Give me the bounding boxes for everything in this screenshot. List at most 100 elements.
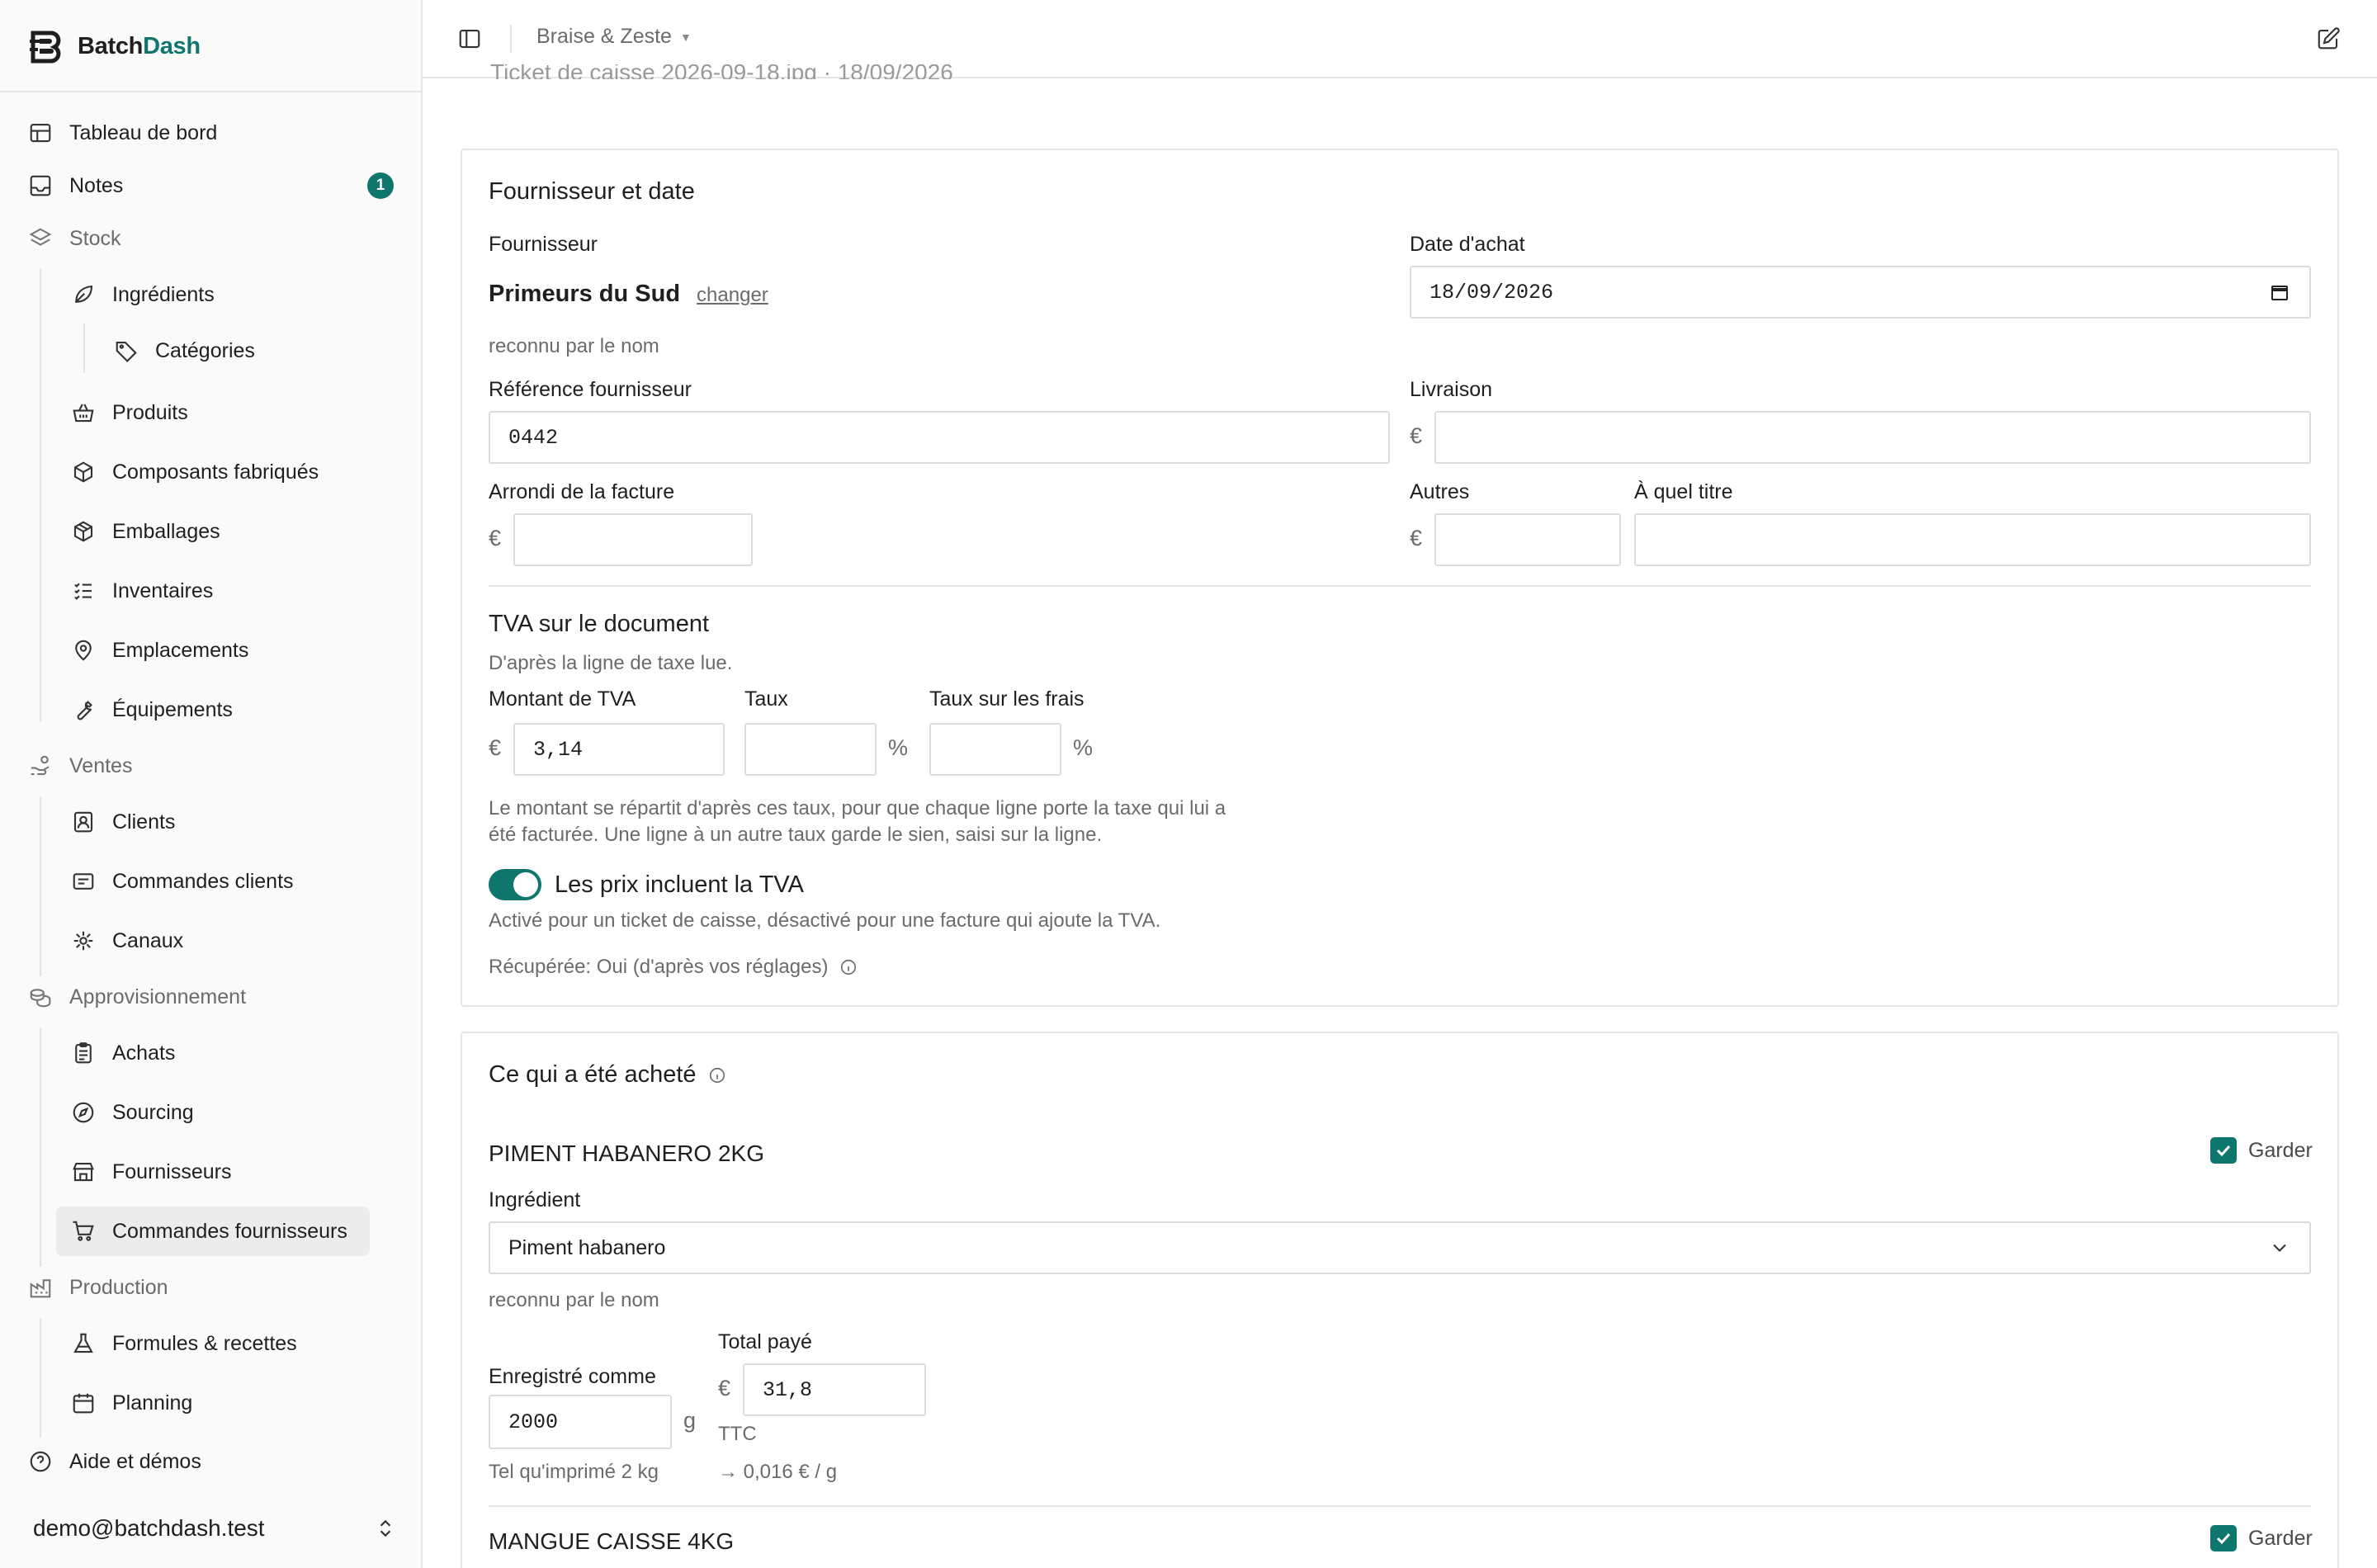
hand-coins-icon bbox=[31, 755, 50, 776]
vat-amount-label: Montant de TVA bbox=[489, 687, 636, 711]
vat-fees-rate-input[interactable] bbox=[929, 723, 1061, 776]
sidebar-item-sourcing[interactable]: Sourcing bbox=[71, 1088, 194, 1137]
ingredient-label: Ingrédient bbox=[489, 1188, 581, 1211]
sidebar-item-formules[interactable]: Formules & recettes bbox=[71, 1319, 297, 1368]
brand[interactable]: BatchDash bbox=[28, 28, 201, 64]
info-icon[interactable] bbox=[708, 1066, 726, 1084]
recorded-quantity-input[interactable]: 2000 bbox=[489, 1395, 672, 1449]
network-icon bbox=[73, 931, 93, 951]
ingredient-selected-value: Piment habanero bbox=[508, 1235, 666, 1259]
vat-amount-input[interactable]: 3,14 bbox=[513, 723, 725, 776]
sidebar-group-stock[interactable]: Stock bbox=[28, 214, 121, 263]
keep-item-checkbox[interactable]: Garder bbox=[2210, 1525, 2313, 1551]
supplier-ref-input[interactable]: 0442 bbox=[489, 411, 1390, 464]
calendar-icon[interactable] bbox=[2270, 282, 2290, 302]
tree-line bbox=[40, 796, 41, 976]
total-paid-label: Total payé bbox=[718, 1330, 812, 1353]
delivery-label: Livraison bbox=[1410, 378, 1493, 401]
checkbox-checked[interactable] bbox=[2210, 1137, 2237, 1164]
map-pin-icon bbox=[75, 640, 92, 661]
ingredient-recognized-note: reconnu par le nom bbox=[489, 1289, 659, 1311]
toggle-note: Activé pour un ticket de caisse, désacti… bbox=[489, 909, 1161, 932]
sidebar-item-achats[interactable]: Achats bbox=[71, 1028, 175, 1078]
sidebar-item-produits[interactable]: Produits bbox=[71, 388, 188, 437]
change-supplier-link[interactable]: changer bbox=[697, 284, 768, 307]
document-title: Ticket de caisse 2026-09-18.jpg · 18/09/… bbox=[490, 64, 953, 79]
sidebar-item-label: Ventes bbox=[69, 753, 133, 777]
sidebar-item-label: Catégories bbox=[155, 338, 255, 362]
supplier-ref-label: Référence fournisseur bbox=[489, 378, 692, 401]
inbox-icon bbox=[30, 175, 51, 196]
fee-reason-input[interactable] bbox=[1634, 513, 2311, 566]
vat-rate-input[interactable] bbox=[744, 723, 877, 776]
total-paid-input[interactable]: 31,8 bbox=[743, 1363, 926, 1416]
purchased-items-card bbox=[461, 1032, 2339, 1568]
sidebar-item-label: Formules & recettes bbox=[112, 1331, 297, 1355]
keep-label: Garder bbox=[2248, 1526, 2313, 1550]
vat-fees-rate-label: Taux sur les frais bbox=[929, 687, 1085, 711]
prices-include-vat-toggle[interactable] bbox=[489, 869, 541, 900]
item-name: MANGUE CAISSE 4KG bbox=[489, 1528, 735, 1554]
supplier-label: Fournisseur bbox=[489, 233, 598, 256]
purchase-date-value: 18/09/2026 bbox=[1430, 280, 1554, 305]
sidebar-item-planning[interactable]: Planning bbox=[71, 1378, 192, 1428]
vat-section-title: TVA sur le document bbox=[489, 611, 710, 637]
layers-icon bbox=[29, 228, 52, 246]
sidebar-item-label: Stock bbox=[69, 226, 121, 250]
clipboard-icon bbox=[75, 1042, 92, 1064]
sidebar-item-label: Fournisseurs bbox=[112, 1159, 232, 1183]
sidebar-item-ingredients[interactable]: Ingrédients bbox=[71, 270, 215, 319]
sidebar-item-canaux[interactable]: Canaux bbox=[71, 916, 183, 966]
help-circle-icon bbox=[30, 1451, 51, 1472]
sidebar-item-emballages[interactable]: Emballages bbox=[71, 507, 220, 556]
sidebar-item-fournisseurs[interactable]: Fournisseurs bbox=[71, 1147, 232, 1197]
vat-fees-percent: % bbox=[1073, 735, 1094, 760]
sidebar-item-label: Planning bbox=[112, 1391, 193, 1415]
sidebar-item-equipements[interactable]: Équipements bbox=[71, 685, 233, 734]
tree-line bbox=[40, 268, 41, 722]
sidebar-item-label: Commandes fournisseurs bbox=[112, 1219, 347, 1243]
sidebar-item-label: Tableau de bord bbox=[69, 120, 218, 144]
sidebar-item-tableau[interactable]: Tableau de bord bbox=[28, 108, 217, 158]
items-section-title: Ce qui a été acheté bbox=[489, 1061, 726, 1089]
sidebar-item-label: Approvisionnement bbox=[69, 985, 247, 1008]
divider bbox=[489, 585, 2311, 587]
delivery-input[interactable] bbox=[1434, 411, 2311, 464]
ttc-label: TTC bbox=[718, 1423, 757, 1445]
sidebar-item-label: Commandes clients bbox=[112, 869, 294, 893]
other-fees-input[interactable] bbox=[1434, 513, 1621, 566]
sidebar-toggle-icon[interactable] bbox=[457, 26, 482, 51]
sidebar-item-commandes-clients[interactable]: Commandes clients bbox=[71, 857, 294, 906]
workspace-switcher[interactable]: Braise & Zeste ▼ bbox=[536, 25, 692, 49]
purchase-date-input[interactable]: 18/09/2026 bbox=[1410, 266, 2311, 319]
calendar-icon bbox=[73, 1393, 94, 1414]
sidebar-group-approvisionnement[interactable]: Approvisionnement bbox=[28, 972, 246, 1022]
sidebar-item-clients[interactable]: Clients bbox=[71, 797, 175, 847]
sidebar-item-categories[interactable]: Catégories bbox=[114, 326, 255, 375]
sidebar-item-inventaires[interactable]: Inventaires bbox=[71, 566, 213, 616]
sidebar-item-emplacements[interactable]: Emplacements bbox=[71, 626, 248, 675]
prices-include-vat-label: Les prix incluent la TVA bbox=[555, 871, 804, 898]
sidebar-group-production[interactable]: Production bbox=[28, 1263, 168, 1312]
ingredient-select[interactable]: Piment habanero bbox=[489, 1221, 2311, 1274]
total-paid-currency: € bbox=[718, 1376, 731, 1400]
flask-icon bbox=[73, 1333, 93, 1353]
sidebar-item-commandes-fournisseurs[interactable]: Commandes fournisseurs bbox=[56, 1207, 370, 1256]
keep-item-checkbox[interactable]: Garder bbox=[2210, 1137, 2313, 1164]
user-menu[interactable]: demo@batchdash.test bbox=[33, 1507, 396, 1550]
sidebar-item-label: Équipements bbox=[112, 697, 233, 721]
contact-icon bbox=[73, 811, 93, 833]
edit-icon[interactable] bbox=[2316, 26, 2341, 51]
sidebar-item-notes[interactable]: Notes bbox=[28, 161, 123, 210]
unit-price-note: → 0,016 € / g bbox=[718, 1461, 838, 1483]
info-icon[interactable] bbox=[839, 958, 858, 976]
vat-recovered-text: Récupérée: Oui (d'après vos réglages) bbox=[489, 956, 829, 978]
sidebar-group-ventes[interactable]: Ventes bbox=[28, 741, 132, 791]
sidebar-item-aide[interactable]: Aide et démos bbox=[28, 1437, 201, 1486]
checkbox-checked[interactable] bbox=[2210, 1525, 2237, 1551]
sidebar-item-label: Aide et démos bbox=[69, 1449, 201, 1473]
rounding-input[interactable] bbox=[513, 513, 753, 566]
sidebar-item-composants[interactable]: Composants fabriqués bbox=[71, 447, 319, 497]
supplier-name: Primeurs du Sud bbox=[489, 281, 681, 307]
vat-rate-label: Taux bbox=[744, 687, 788, 711]
